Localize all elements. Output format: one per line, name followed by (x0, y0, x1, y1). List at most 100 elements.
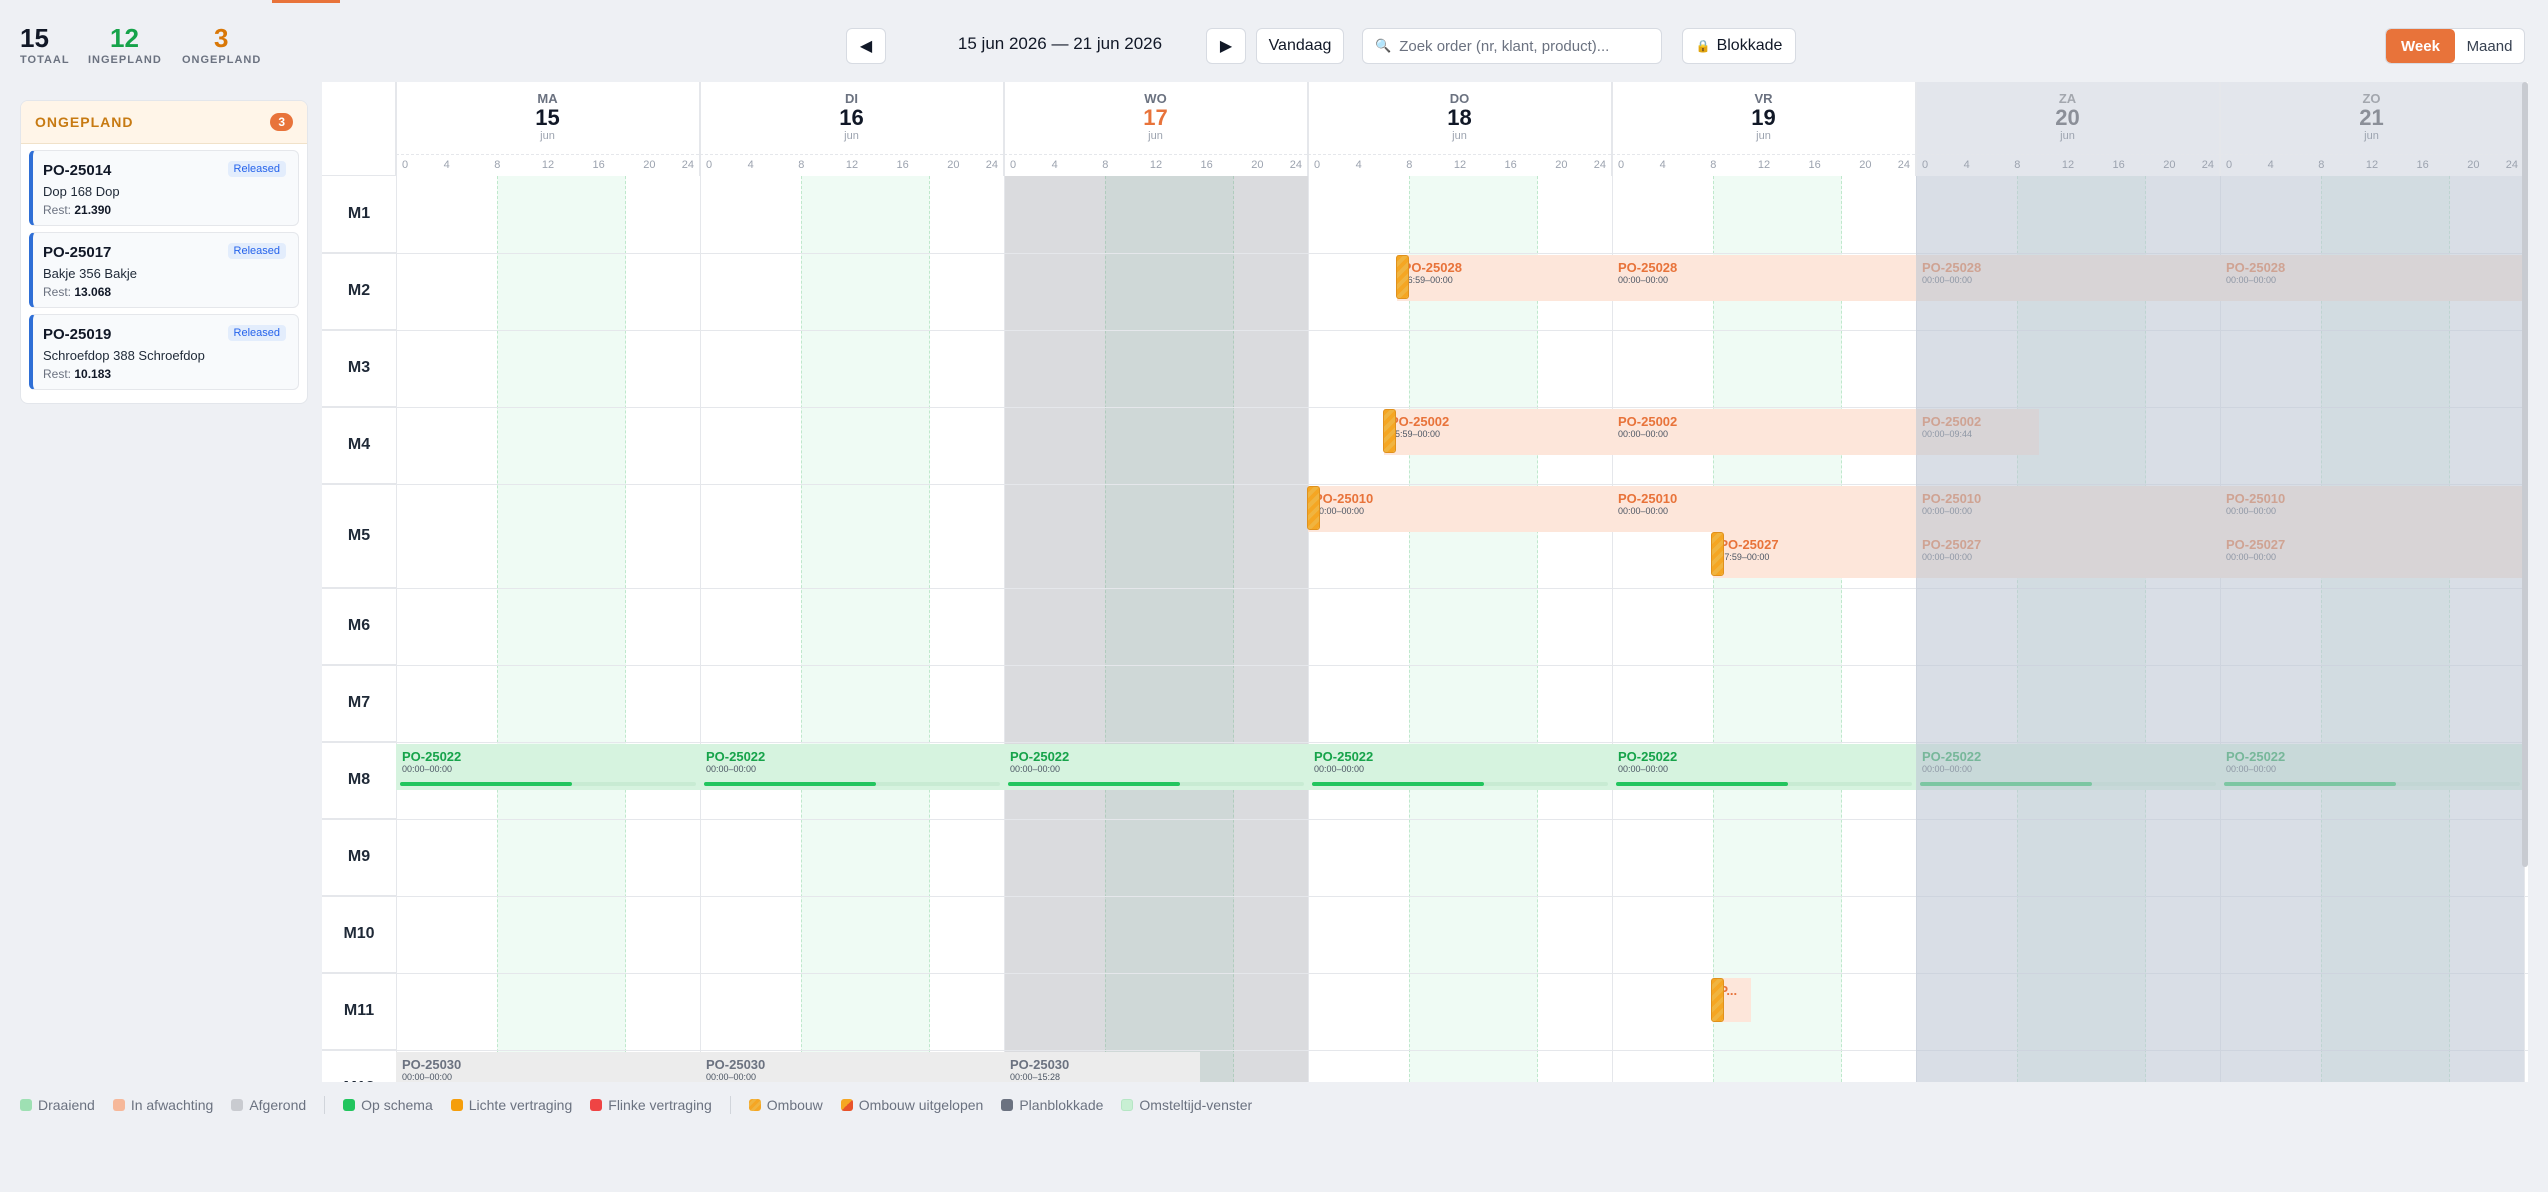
stat-total-value: 15 (20, 23, 49, 53)
hour-tick: 12 (2365, 159, 2379, 171)
machine-label: M6 (322, 588, 396, 665)
day-month: jun (844, 130, 859, 142)
stat-planned: 12 INGEPLAND (88, 24, 162, 66)
machine-label: M9 (322, 819, 396, 896)
order-bar[interactable]: PO-25030 00:00–00:00 (700, 1052, 1004, 1082)
progress-fill (400, 782, 572, 786)
day-date: 19 (1751, 105, 1776, 130)
hour-tick: 24 (1289, 159, 1302, 171)
hour-ruler: 0 4 8 12 16 20 24 (1612, 154, 1915, 177)
hour-tick: 16 (592, 159, 605, 171)
hour-ruler: 0 4 8 12 16 20 24 (700, 154, 1003, 177)
legend-label: Ombouw (766, 1097, 823, 1113)
unplanned-order-card[interactable]: PO-25019 Released Schroefdop 388 Schroef… (29, 314, 299, 390)
legend-label: Lichte vertraging (468, 1097, 573, 1113)
rest-label: Rest: (43, 367, 72, 381)
weekend-overlay (1916, 176, 2524, 1082)
hour-tick: 20 (1555, 159, 1568, 171)
legend-swatch-icon (1001, 1099, 1014, 1111)
day-divider (1612, 82, 1613, 1082)
order-number: PO-25027 (1719, 537, 1779, 552)
view-toggle: Week Maand (2385, 28, 2525, 64)
day-header: DI 16 jun 0 4 8 12 16 20 24 (700, 82, 1004, 176)
legend-swatch-icon (343, 1099, 356, 1111)
hour-ruler: 0 4 8 12 16 20 24 (396, 154, 699, 177)
day-name: ZA (2058, 91, 2077, 106)
hour-tick: 16 (1200, 159, 1213, 171)
active-tab-indicator (272, 0, 340, 3)
hour-tick: 12 (1149, 159, 1163, 171)
order-number: PO-25022 (706, 749, 766, 764)
legend-label: Omsteltijd-venster (1139, 1097, 1253, 1113)
stat-unplanned: 3 ONGEPLAND (182, 24, 261, 66)
hour-ruler: 0 4 8 12 16 20 24 (1308, 154, 1611, 177)
month-view-button[interactable]: Maand (2455, 29, 2524, 63)
day-divider (396, 82, 397, 1082)
order-number: PO-25030 (1010, 1057, 1070, 1072)
order-bar[interactable]: PO-25002 00:00–00:00 (1612, 409, 1916, 455)
hour-ruler: 0 4 8 12 16 20 24 (1004, 154, 1307, 177)
day-header: MA 15 jun 0 4 8 12 16 20 24 (396, 82, 700, 176)
unplanned-title: ONGEPLAND (35, 114, 134, 130)
progress-bar (1312, 782, 1608, 786)
order-time: 00:00–00:00 (1618, 764, 1669, 774)
day-month: jun (1148, 130, 1163, 142)
order-bar[interactable]: PO-25030 00:00–15:28 (1004, 1052, 1201, 1082)
today-button[interactable]: Vandaag (1256, 28, 1344, 64)
legend-label: In afwachting (130, 1097, 214, 1113)
changeover-window (1713, 176, 1842, 1082)
legend-item: Omsteltijd-venster (1121, 1097, 1252, 1113)
day-month: jun (2364, 130, 2379, 142)
order-bar[interactable]: PO-25030 00:00–00:00 (396, 1052, 700, 1082)
hour-tick: 8 (1102, 159, 1109, 171)
legend-item: Ombouw (748, 1097, 823, 1113)
hour-ruler: 0 4 8 12 16 20 24 (2220, 154, 2523, 177)
changeover-marker[interactable] (1711, 532, 1725, 576)
unplanned-order-card[interactable]: PO-25014 Released Dop 168 Dop Rest: 21.3… (29, 150, 299, 226)
order-bar[interactable]: PO-25002 05:59–00:00 (1384, 409, 1612, 455)
progress-bar (1008, 782, 1304, 786)
rest-quantity: Rest: 21.390 (43, 203, 111, 217)
changeover-marker[interactable] (1395, 255, 1409, 299)
header-corner (322, 82, 396, 176)
machine-label: M2 (322, 253, 396, 330)
order-time: 06:59–00:00 (1402, 275, 1453, 285)
search-input[interactable]: 🔍 Zoek order (nr, klant, product)... (1362, 28, 1662, 64)
order-bar[interactable]: PO-25027 07:59–00:00 (1713, 532, 1916, 578)
next-week-button[interactable]: ▶ (1206, 28, 1246, 64)
hour-tick: 4 (1355, 159, 1362, 171)
stat-planned-label: INGEPLAND (88, 54, 162, 66)
order-number: PO-25002 (1618, 414, 1678, 429)
order-bar[interactable]: PO-2501000:00–00:00 (1308, 486, 1612, 532)
week-view-button[interactable]: Week (2386, 29, 2455, 63)
vertical-scrollbar[interactable] (2522, 82, 2528, 867)
order-bar[interactable]: PO-25028 06:59–00:00 (1396, 255, 1612, 301)
order-bar[interactable]: PO-2502800:00–00:00 (1612, 255, 1916, 301)
hour-tick: 12 (2061, 159, 2075, 171)
legend-item: Op schema (343, 1097, 433, 1113)
progress-bar (400, 782, 696, 786)
changeover-marker[interactable] (1307, 486, 1320, 530)
order-time: 00:00–00:00 (1618, 429, 1669, 439)
hour-tick: 16 (2416, 159, 2429, 171)
hour-tick: 12 (541, 159, 555, 171)
hour-tick: 8 (2014, 159, 2021, 171)
order-number: PO-25022 (402, 749, 462, 764)
legend-item: Draaiend (20, 1097, 95, 1113)
unplanned-order-card[interactable]: PO-25017 Released Bakje 356 Bakje Rest: … (29, 232, 299, 308)
order-bar[interactable]: PO-2501000:00–00:00 (1612, 486, 1916, 532)
day-name: DO (1449, 91, 1470, 106)
legend-swatch-icon (840, 1099, 853, 1111)
legend-swatch-icon (20, 1099, 32, 1111)
hour-tick: 0 (1010, 159, 1017, 171)
changeover-marker[interactable] (1383, 409, 1396, 453)
hour-tick: 8 (494, 159, 501, 171)
stat-planned-value: 12 (110, 23, 139, 53)
legend-swatch-icon (450, 1099, 463, 1111)
block-button[interactable]: 🔒 Blokkade (1682, 28, 1796, 64)
legend-separator (729, 1096, 731, 1114)
legend-label: Draaiend (38, 1097, 95, 1113)
changeover-marker[interactable] (1711, 978, 1725, 1022)
order-time: 00:00–15:28 (1010, 1072, 1061, 1082)
prev-week-button[interactable]: ◀ (846, 28, 886, 64)
